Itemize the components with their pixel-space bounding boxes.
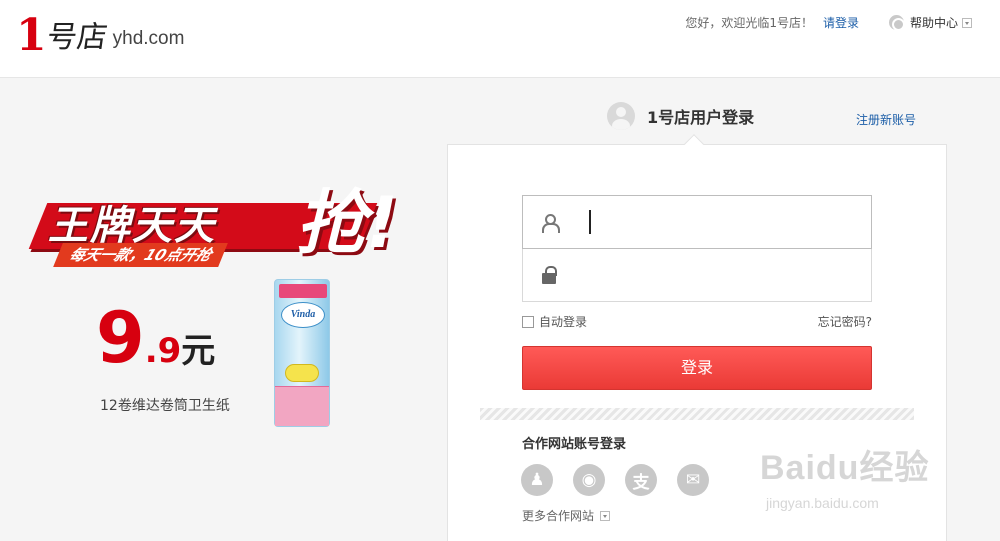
promo-description: 12卷维达卷筒卫生纸	[100, 398, 230, 414]
more-partners-label: 更多合作网站	[522, 509, 595, 523]
watermark-main: Baidu经验	[760, 449, 930, 487]
chevron-down-icon	[600, 510, 611, 521]
register-link[interactable]: 注册新账号	[856, 111, 916, 128]
partner-login-list: ♟ ◉ 支 ✉	[521, 464, 729, 496]
forgot-password-link[interactable]: 忘记密码?	[818, 313, 872, 330]
help-icon	[888, 15, 905, 31]
logo-chinese: 号店	[44, 20, 110, 55]
login-title: 1号店用户登录	[647, 108, 755, 127]
chevron-down-icon	[962, 17, 972, 28]
promo-subtitle: 每天一款，10点开抢	[53, 243, 228, 267]
login-button[interactable]: 登录	[522, 346, 872, 390]
user-icon	[523, 196, 575, 248]
promo-banner[interactable]: 王牌天天 抢! 每天一款，10点开抢 9.9元 12卷维达卷筒卫生纸 Vinda	[28, 175, 408, 435]
product-brand: Vinda	[281, 302, 325, 328]
help-center-menu[interactable]: 帮助中心	[888, 14, 972, 31]
help-center-label: 帮助中心	[909, 16, 958, 30]
baidu-watermark: Baidu经验 jingyan.baidu.com	[760, 440, 929, 511]
top-bar: 1 号店 yhd.com 您好，欢迎光临1号店！ 请登录 帮助中心	[0, 0, 1000, 78]
login-options: 自动登录 忘记密码?	[522, 313, 872, 330]
partner-login-title: 合作网站账号登录	[522, 437, 627, 452]
checkbox-icon[interactable]	[522, 315, 534, 328]
logo-domain: yhd.com	[112, 28, 185, 49]
promo-headline: 王牌天天 抢! 每天一款，10点开抢	[28, 175, 408, 275]
text-cursor	[589, 210, 591, 234]
avatar	[607, 102, 635, 130]
more-partners-link[interactable]: 更多合作网站	[522, 507, 611, 524]
logo-mark: 1	[16, 10, 47, 61]
product-image[interactable]: Vinda	[274, 279, 330, 427]
price-decimal: .9	[144, 331, 182, 371]
top-links: 您好，欢迎光临1号店！ 请登录 帮助中心	[685, 14, 972, 31]
auto-login-checkbox[interactable]: 自动登录	[522, 313, 587, 330]
lock-icon	[523, 249, 575, 301]
qq-icon[interactable]: ♟	[521, 464, 553, 496]
top-login-link[interactable]: 请登录	[823, 14, 859, 31]
promo-price: 9.9元	[96, 303, 215, 373]
username-input[interactable]	[589, 202, 869, 242]
promo-title-big: 抢!	[296, 182, 398, 264]
site-logo[interactable]: 1 号店 yhd.com	[16, 12, 184, 60]
watermark-sub: jingyan.baidu.com	[766, 495, 879, 511]
password-input[interactable]	[589, 255, 869, 295]
alipay-icon[interactable]: 支	[625, 464, 657, 496]
username-field[interactable]	[522, 195, 872, 249]
login-header: 1号店用户登录	[607, 102, 754, 130]
weibo-icon[interactable]: ◉	[573, 464, 605, 496]
section-divider	[480, 408, 914, 420]
price-integer: 9	[96, 297, 145, 379]
product-band	[275, 386, 329, 426]
price-unit: 元	[181, 331, 216, 371]
password-field[interactable]	[522, 248, 872, 302]
auto-login-label: 自动登录	[539, 315, 588, 329]
product-top-label	[279, 284, 327, 298]
welcome-text: 您好，欢迎光临1号店！	[685, 16, 813, 30]
product-tag	[285, 364, 319, 382]
wechat-icon[interactable]: ✉	[677, 464, 709, 496]
